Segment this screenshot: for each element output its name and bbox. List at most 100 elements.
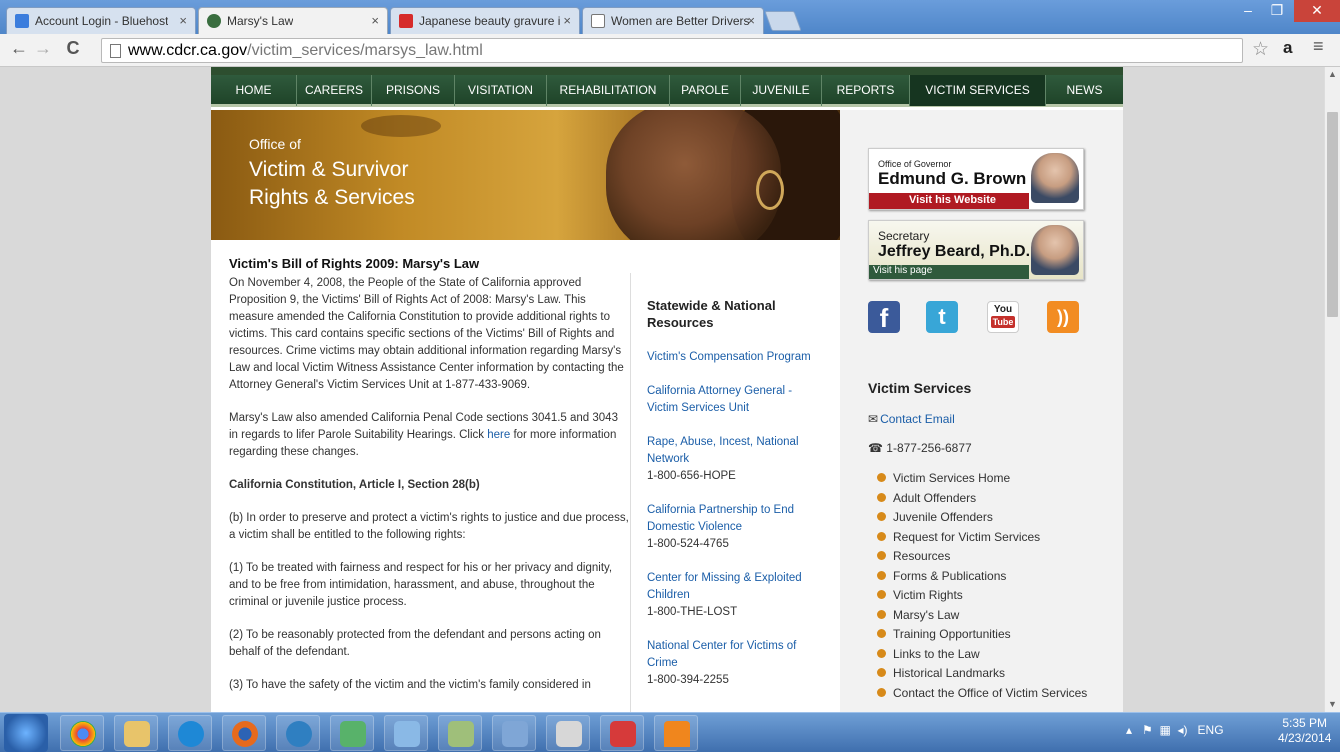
resource-item: Victim's Compensation Program: [647, 349, 817, 366]
address-bar[interactable]: www.cdcr.ca.gov/victim_services/marsys_l…: [101, 38, 1243, 63]
bullet-icon: [877, 687, 886, 697]
resource-link[interactable]: Center for Missing & Exploited Children: [647, 570, 817, 604]
amazon-extension-icon[interactable]: a: [1283, 38, 1292, 58]
tab-japanese-beauty[interactable]: Japanese beauty gravure i ×: [390, 7, 580, 34]
chrome-icon[interactable]: [60, 715, 104, 751]
firefox-icon[interactable]: [222, 715, 266, 751]
sidebar-link[interactable]: Victim Services Home: [877, 471, 1087, 491]
flag-icon[interactable]: ⚑: [1142, 723, 1153, 737]
youtube-icon: [399, 14, 413, 28]
sidebar-link[interactable]: Contact the Office of Victim Services: [877, 686, 1087, 706]
here-link[interactable]: here: [487, 429, 510, 441]
nav-reports[interactable]: REPORTS: [822, 75, 910, 106]
nav-home[interactable]: HOME: [211, 75, 297, 106]
clock[interactable]: 5:35 PM 4/23/2014: [1278, 716, 1331, 746]
new-tab-button[interactable]: [764, 11, 802, 31]
nav-rehabilitation[interactable]: REHABILITATION: [547, 75, 670, 106]
nav-visitation[interactable]: VISITATION: [455, 75, 547, 106]
paint-icon[interactable]: [546, 715, 590, 751]
close-icon[interactable]: ×: [563, 13, 571, 28]
youtube-icon[interactable]: You Tube: [987, 301, 1019, 333]
main-content: Victim's Bill of Rights 2009: Marsy's La…: [229, 256, 629, 710]
cdcr-page: ● ● HOME CAREERS PRISONS VISITATION REHA…: [211, 67, 1123, 712]
penal-code-paragraph: Marsy's Law also amended California Pena…: [229, 410, 629, 461]
close-icon[interactable]: ×: [179, 13, 187, 28]
governor-promo[interactable]: Office of Governor Edmund G. Brown Jr. V…: [868, 148, 1084, 210]
reload-icon[interactable]: C: [62, 38, 84, 59]
sidebar-link[interactable]: Victim Rights: [877, 588, 1087, 608]
scrollbar-thumb[interactable]: [1327, 112, 1338, 317]
tab-account-login[interactable]: Account Login - Bluehost ×: [6, 7, 196, 34]
start-button[interactable]: [4, 714, 48, 752]
sidebar-link-label: Adult Offenders: [893, 490, 977, 505]
sidebar-link[interactable]: Forms & Publications: [877, 569, 1087, 589]
photos-icon[interactable]: [492, 715, 536, 751]
remote-icon[interactable]: [438, 715, 482, 751]
menu-icon[interactable]: ≡: [1313, 36, 1324, 57]
minimize-button[interactable]: –: [1233, 0, 1263, 22]
resource-link[interactable]: Rape, Abuse, Incest, National Network: [647, 434, 817, 468]
sidebar-link[interactable]: Resources: [877, 549, 1087, 569]
nav-juvenile[interactable]: JUVENILE: [741, 75, 822, 106]
file-explorer-icon[interactable]: [114, 715, 158, 751]
sidebar-link[interactable]: Links to the Law: [877, 647, 1087, 667]
sidebar-link[interactable]: Request for Victim Services: [877, 530, 1087, 550]
restore-button[interactable]: ❐: [1262, 0, 1292, 22]
media-icon[interactable]: [276, 715, 320, 751]
vertical-scrollbar[interactable]: ▲ ▼: [1324, 67, 1340, 712]
tab-women-drivers[interactable]: Women are Better Drivers ×: [582, 7, 764, 34]
tray-arrow-icon[interactable]: ▴: [1126, 723, 1132, 737]
resource-link[interactable]: National Center for Victims of Crime: [647, 638, 817, 672]
resource-link[interactable]: California Attorney General - Victim Ser…: [647, 383, 817, 417]
window-close-button[interactable]: ✕: [1294, 0, 1340, 22]
sidebar-link[interactable]: Adult Offenders: [877, 491, 1087, 511]
facebook-icon[interactable]: f: [868, 301, 900, 333]
url-text[interactable]: www.cdcr.ca.gov/victim_services/marsys_l…: [128, 42, 483, 60]
scroll-down-icon[interactable]: ▼: [1328, 699, 1337, 709]
nav-parole[interactable]: PAROLE: [670, 75, 741, 106]
rights-paragraph: (2) To be reasonably protected from the …: [229, 629, 601, 658]
sidebar-link[interactable]: Juvenile Offenders: [877, 510, 1087, 530]
windows-taskbar: ▴ ⚑ ▦ ◂) ENG 5:35 PM 4/23/2014: [0, 712, 1340, 752]
red-app-icon[interactable]: [600, 715, 644, 751]
scroll-up-icon[interactable]: ▲: [1328, 69, 1337, 79]
tab-marsys-law[interactable]: Marsy's Law ×: [198, 7, 388, 34]
bookmark-star-icon[interactable]: ☆: [1252, 38, 1269, 61]
twitter-icon[interactable]: t: [926, 301, 958, 333]
network-icon[interactable]: [330, 715, 374, 751]
internet-explorer-icon[interactable]: [168, 715, 212, 751]
sidebar-link-label: Juvenile Offenders: [893, 510, 993, 524]
forward-arrow-icon[interactable]: →: [32, 38, 54, 59]
youtube-tube: Tube: [991, 316, 1015, 328]
grid-icon: [15, 14, 29, 28]
nav-news[interactable]: NEWS: [1046, 75, 1123, 106]
nav-careers[interactable]: CAREERS: [297, 75, 372, 106]
resource-item: California Partnership to End Domestic V…: [647, 502, 817, 553]
visit-page-link[interactable]: Visit his page: [869, 265, 1029, 279]
secretary-promo[interactable]: Secretary Jeffrey Beard, Ph.D. Visit his…: [868, 220, 1084, 280]
close-icon[interactable]: ×: [747, 13, 755, 28]
bullet-icon: [877, 609, 886, 619]
visit-website-link[interactable]: Visit his Website: [869, 193, 1029, 209]
close-icon[interactable]: ×: [371, 13, 379, 28]
page-icon: [110, 44, 121, 58]
page-title: Victim's Bill of Rights 2009: Marsy's La…: [229, 256, 480, 271]
network-tray-icon[interactable]: ▦: [1159, 723, 1170, 737]
contact-email-link[interactable]: ✉ Contact Email: [868, 412, 955, 426]
resource-link[interactable]: Victim's Compensation Program: [647, 349, 817, 366]
bullet-icon: [877, 512, 886, 521]
bullet-icon: [877, 648, 886, 658]
language-indicator[interactable]: ENG: [1198, 723, 1224, 737]
resource-link[interactable]: California Partnership to End Domestic V…: [647, 502, 817, 536]
resources-heading: Statewide & National Resources: [647, 298, 776, 330]
sidebar-link[interactable]: Marsy's Law: [877, 608, 1087, 628]
nav-prisons[interactable]: PRISONS: [372, 75, 455, 106]
sidebar-link[interactable]: Historical Landmarks: [877, 666, 1087, 686]
volume-icon[interactable]: ◂): [1178, 723, 1188, 737]
nav-victim-services[interactable]: VICTIM SERVICES: [910, 75, 1046, 106]
back-arrow-icon[interactable]: ←: [8, 38, 30, 59]
rss-icon[interactable]: )): [1047, 301, 1079, 333]
vlc-icon[interactable]: [654, 715, 698, 751]
sidebar-link[interactable]: Training Opportunities: [877, 627, 1087, 647]
notepad-icon[interactable]: [384, 715, 428, 751]
